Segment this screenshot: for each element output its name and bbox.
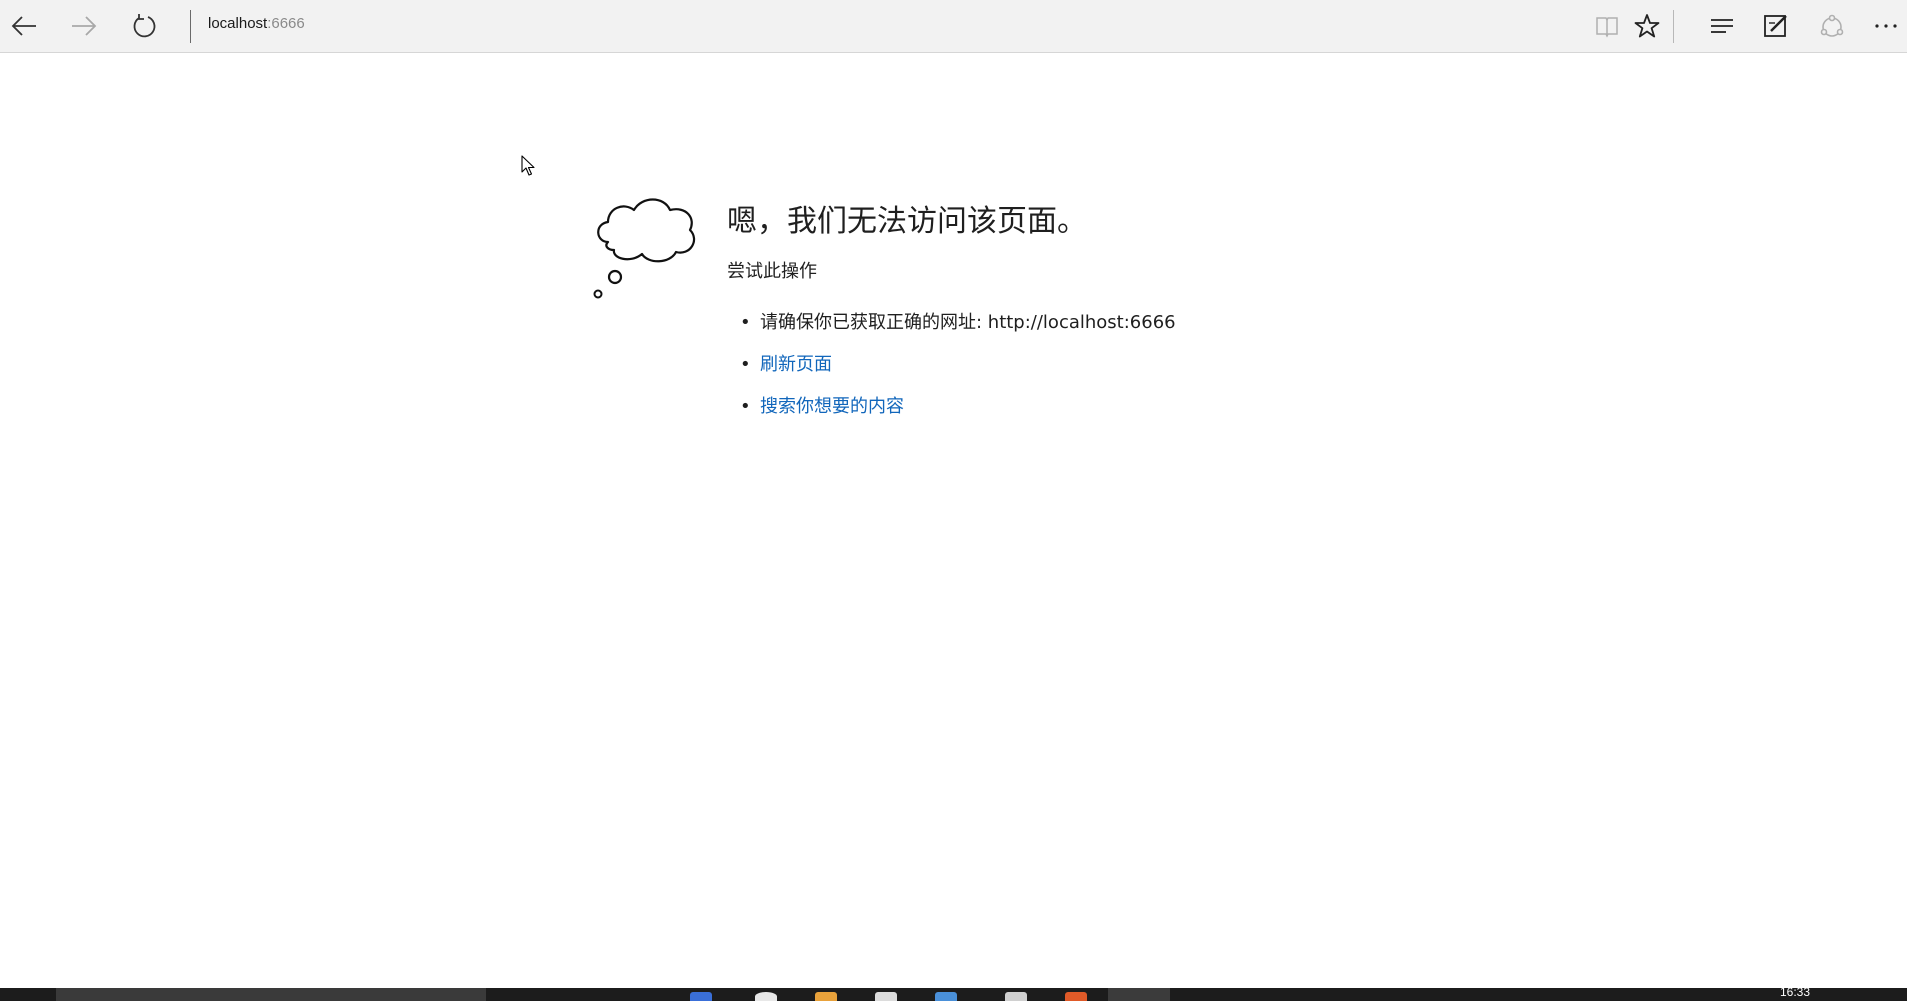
refresh-page-link[interactable]: 刷新页面 (760, 354, 832, 375)
refresh-button[interactable] (124, 6, 164, 46)
list-item: • 请确保你已获取正确的网址: http://localhost:6666 (740, 309, 1176, 351)
toolbar-divider (1673, 10, 1674, 43)
forward-arrow-icon (72, 16, 97, 36)
bullet-icon: • (740, 396, 751, 417)
taskbar-app-icon[interactable] (1005, 992, 1027, 1001)
taskbar-active-app[interactable] (1108, 988, 1170, 1001)
favorite-button[interactable] (1627, 6, 1667, 46)
mouse-cursor-icon (521, 155, 535, 176)
hub-button[interactable] (1702, 6, 1742, 46)
address-host: localhost (208, 15, 268, 32)
page-content: 嗯，我们无法访问该页面。 尝试此操作 • 请确保你已获取正确的网址: http:… (0, 54, 1907, 988)
bullet-icon: • (740, 312, 751, 333)
suggestion-list: • 请确保你已获取正确的网址: http://localhost:6666 • … (740, 309, 1176, 435)
forward-button[interactable] (64, 6, 104, 46)
back-arrow-icon (11, 16, 36, 36)
share-icon (1820, 14, 1844, 37)
more-button[interactable] (1866, 6, 1906, 46)
taskbar-clock[interactable]: 16:33 (1780, 985, 1810, 999)
taskbar: 16:33 (0, 985, 1907, 1001)
hub-icon (1711, 19, 1733, 33)
thought-cloud-icon (593, 198, 696, 299)
list-item: • 搜索你想要的内容 (740, 393, 1176, 435)
bullet-icon: • (740, 354, 751, 375)
taskbar-app-icon[interactable] (1065, 992, 1087, 1001)
taskbar-search-box[interactable] (56, 988, 486, 1001)
taskbar-app-icon[interactable] (935, 992, 957, 1001)
web-note-icon (1764, 15, 1787, 37)
taskbar-app-icon[interactable] (755, 992, 777, 1001)
check-url-suggestion: 请确保你已获取正确的网址: http://localhost:6666 (760, 312, 1176, 333)
more-icon (1875, 24, 1897, 28)
taskbar-app-icon[interactable] (815, 992, 837, 1001)
back-button[interactable] (4, 6, 44, 46)
share-button[interactable] (1812, 6, 1852, 46)
address-divider (190, 10, 191, 43)
try-heading: 尝试此操作 (727, 261, 817, 282)
list-item: • 刷新页面 (740, 351, 1176, 393)
search-link[interactable]: 搜索你想要的内容 (760, 396, 904, 417)
star-icon (1634, 14, 1660, 38)
address-port: :6666 (267, 15, 305, 32)
reading-view-button[interactable] (1587, 6, 1627, 46)
error-title: 嗯，我们无法访问该页面。 (727, 204, 1087, 239)
refresh-icon (133, 14, 156, 38)
reading-view-icon (1596, 17, 1618, 38)
taskbar-app-icon[interactable] (690, 992, 712, 1001)
address-bar[interactable]: localhost:6666 (208, 13, 1538, 35)
browser-toolbar: localhost:6666 (0, 0, 1907, 53)
web-note-button[interactable] (1756, 6, 1796, 46)
taskbar-app-icon[interactable] (875, 992, 897, 1001)
